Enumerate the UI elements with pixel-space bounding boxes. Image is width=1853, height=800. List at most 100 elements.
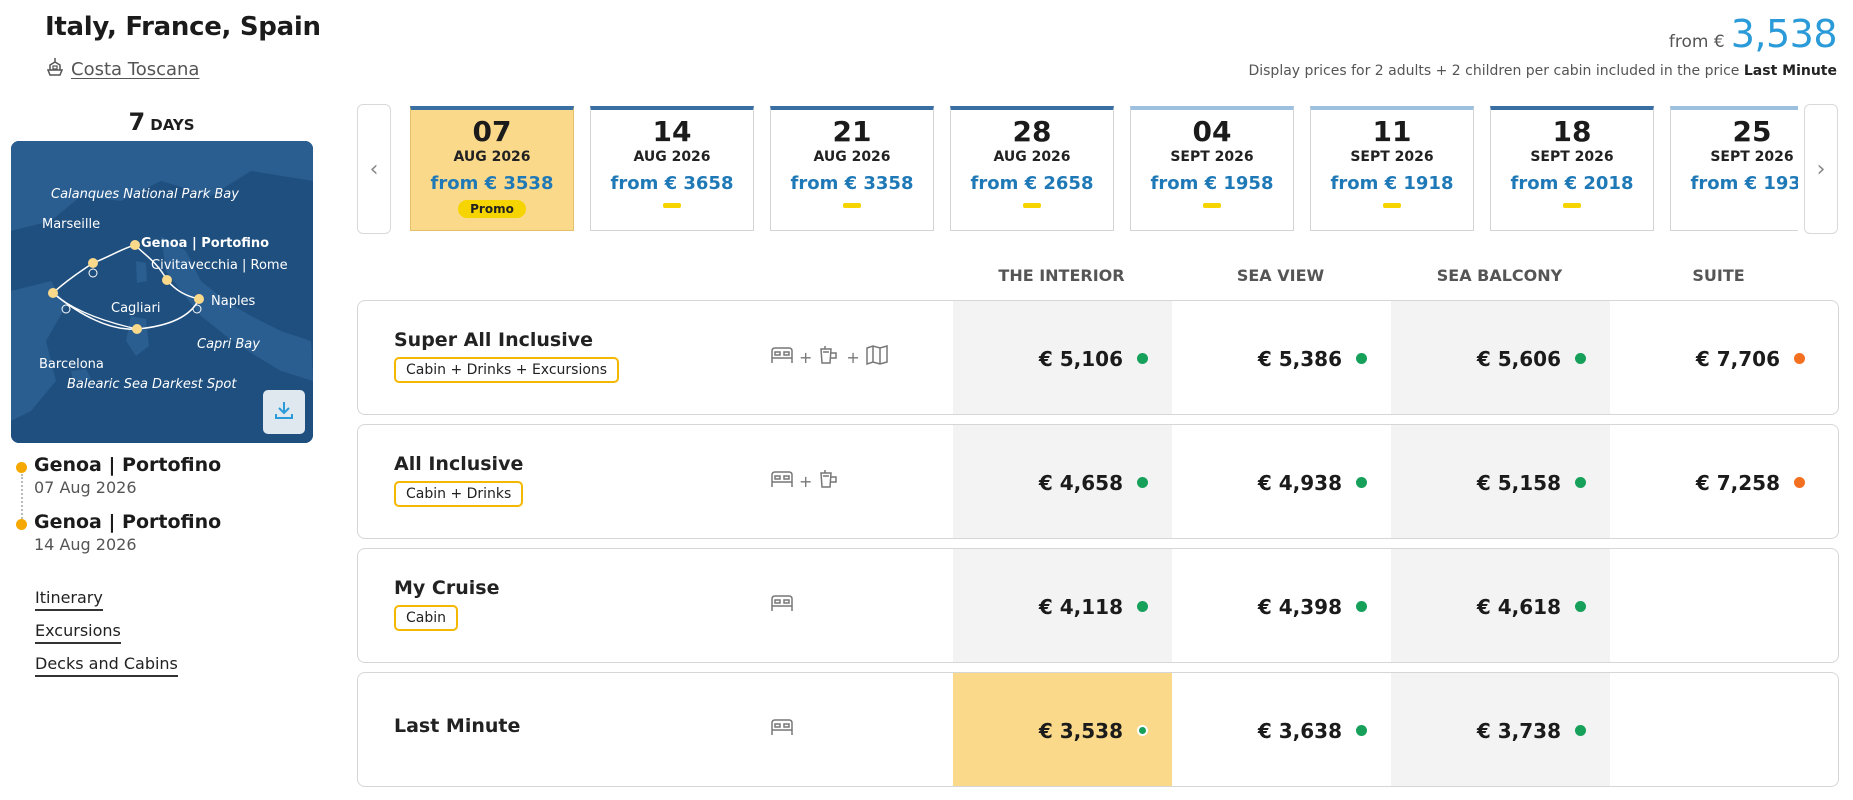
price-cell[interactable]: € 5,606 <box>1391 301 1610 414</box>
date-card[interactable]: 04 SEPT 2026 from € 1958 <box>1130 106 1294 231</box>
price-cell[interactable]: € 5,158 <box>1391 425 1610 538</box>
package-row-super-all-inclusive: Super All Inclusive Cabin + Drinks + Exc… <box>357 300 1839 415</box>
price-cell[interactable]: € 4,938 <box>1172 425 1391 538</box>
port-item: Genoa | Portofino 14 Aug 2026 <box>16 511 221 554</box>
package-icons: + + <box>769 343 890 371</box>
price-cell-selected[interactable]: € 3,538 <box>953 673 1172 786</box>
availability-dot-icon <box>1356 725 1367 736</box>
port-date: 14 Aug 2026 <box>34 535 137 554</box>
display-note-bold: Last Minute <box>1743 63 1837 79</box>
date-month: SEPT 2026 <box>1530 149 1614 165</box>
price-cell[interactable]: € 3,738 <box>1391 673 1610 786</box>
plus-icon: + <box>799 471 813 491</box>
map-label-civitavecchia: Civitavecchia | Rome <box>151 258 288 273</box>
promo-badge: Promo <box>458 200 526 218</box>
date-card[interactable]: 14 AUG 2026 from € 3658 <box>590 106 754 231</box>
price-cell[interactable]: € 4,398 <box>1172 549 1391 662</box>
date-month: SEPT 2026 <box>1710 149 1794 165</box>
price-cell[interactable]: € 4,658 <box>953 425 1172 538</box>
price-value: € 4,118 <box>1038 594 1123 619</box>
availability-dot-icon <box>1794 353 1805 364</box>
chevron-left-icon: ‹ <box>369 156 379 182</box>
availability-dot-icon <box>1575 601 1586 612</box>
drink-icon <box>816 467 842 495</box>
page-title: Italy, France, Spain <box>45 12 321 42</box>
date-card[interactable]: 28 AUG 2026 from € 2658 <box>950 106 1114 231</box>
date-card[interactable]: 11 SEPT 2026 from € 1918 <box>1310 106 1474 231</box>
price-cell[interactable]: € 4,618 <box>1391 549 1610 662</box>
map-label-barcelona: Barcelona <box>39 357 104 372</box>
duration-number: 7 <box>128 108 146 136</box>
column-header-sea-balcony: SEA BALCONY <box>1436 266 1563 285</box>
date-month: AUG 2026 <box>633 149 711 165</box>
price-cell[interactable]: € 5,386 <box>1172 301 1391 414</box>
package-badge: Cabin + Drinks + Excursions <box>394 357 620 383</box>
map-label-genoa: Genoa | Portofino <box>141 236 270 251</box>
package-name: My Cruise <box>394 577 500 599</box>
port-name: Genoa | Portofino <box>34 454 222 476</box>
date-day: 28 <box>1012 115 1052 148</box>
price-cell[interactable]: € 7,706 <box>1610 301 1829 414</box>
carousel-next-button[interactable]: › <box>1804 104 1838 234</box>
from-price: from € 3,538 <box>1668 12 1838 56</box>
availability-bar <box>1383 203 1401 208</box>
chevron-right-icon: › <box>1816 156 1826 182</box>
date-card-selected[interactable]: 07 AUG 2026 from € 3538 Promo <box>410 106 574 231</box>
price-cell[interactable]: € 5,106 <box>953 301 1172 414</box>
duration-unit: DAYS <box>150 116 195 134</box>
package-name: Last Minute <box>394 715 521 737</box>
date-month: SEPT 2026 <box>1170 149 1254 165</box>
availability-dot-icon <box>1575 725 1586 736</box>
map-label-naples: Naples <box>211 294 256 309</box>
date-month: AUG 2026 <box>453 149 531 165</box>
price-cell[interactable]: € 4,118 <box>953 549 1172 662</box>
package-icons <box>769 591 795 619</box>
download-icon <box>273 399 295 425</box>
availability-dot-icon <box>1794 477 1805 488</box>
plus-icon: + <box>846 347 860 367</box>
date-month: AUG 2026 <box>993 149 1071 165</box>
drink-icon <box>816 343 842 371</box>
price-cell[interactable]: € 7,258 <box>1610 425 1829 538</box>
plus-icon: + <box>799 347 813 367</box>
availability-dot-icon <box>1137 601 1148 612</box>
availability-dot-icon <box>1356 477 1367 488</box>
date-day: 21 <box>832 115 872 148</box>
date-month: SEPT 2026 <box>1350 149 1434 165</box>
from-label: from € <box>1668 32 1725 52</box>
price-value: € 5,606 <box>1476 346 1561 371</box>
date-price: from € 3658 <box>610 173 734 194</box>
bed-icon <box>769 343 795 371</box>
info-links: Itinerary Excursions Decks and Cabins <box>35 588 178 687</box>
departure-date-strip: 07 AUG 2026 from € 3538 Promo 14 AUG 202… <box>410 106 1798 233</box>
carousel-prev-button[interactable]: ‹ <box>357 104 391 234</box>
date-price: from € 2018 <box>1510 173 1634 194</box>
price-value: € 5,158 <box>1476 470 1561 495</box>
date-card[interactable]: 18 SEPT 2026 from € 2018 <box>1490 106 1654 231</box>
map-label-marseille: Marseille <box>42 217 101 232</box>
availability-bar <box>1563 203 1581 208</box>
date-card[interactable]: 25 SEPT 2026 from € 1938 <box>1670 106 1798 231</box>
map-download-button[interactable] <box>263 390 305 434</box>
date-card[interactable]: 21 AUG 2026 from € 3358 <box>770 106 934 231</box>
date-day: 18 <box>1552 115 1592 148</box>
price-value: € 3,538 <box>1038 718 1123 743</box>
link-decks-cabins[interactable]: Decks and Cabins <box>35 654 178 677</box>
date-price: from € 1918 <box>1330 173 1454 194</box>
price-value: € 3,638 <box>1257 718 1342 743</box>
link-excursions[interactable]: Excursions <box>35 621 121 644</box>
port-date: 07 Aug 2026 <box>34 478 137 497</box>
ship-link[interactable]: Costa Toscana <box>45 56 199 82</box>
ship-name[interactable]: Costa Toscana <box>71 59 199 80</box>
port-name: Genoa | Portofino <box>34 511 222 533</box>
price-value: € 5,106 <box>1038 346 1123 371</box>
port-item: Genoa | Portofino 07 Aug 2026 <box>16 454 221 497</box>
availability-dot-icon <box>1137 353 1148 364</box>
link-itinerary[interactable]: Itinerary <box>35 588 103 611</box>
bed-icon <box>769 715 795 743</box>
date-day: 04 <box>1192 115 1232 148</box>
price-cell[interactable]: € 3,638 <box>1172 673 1391 786</box>
availability-bar <box>663 203 681 208</box>
date-price: from € 3538 <box>430 173 554 194</box>
date-day: 07 <box>472 115 512 148</box>
